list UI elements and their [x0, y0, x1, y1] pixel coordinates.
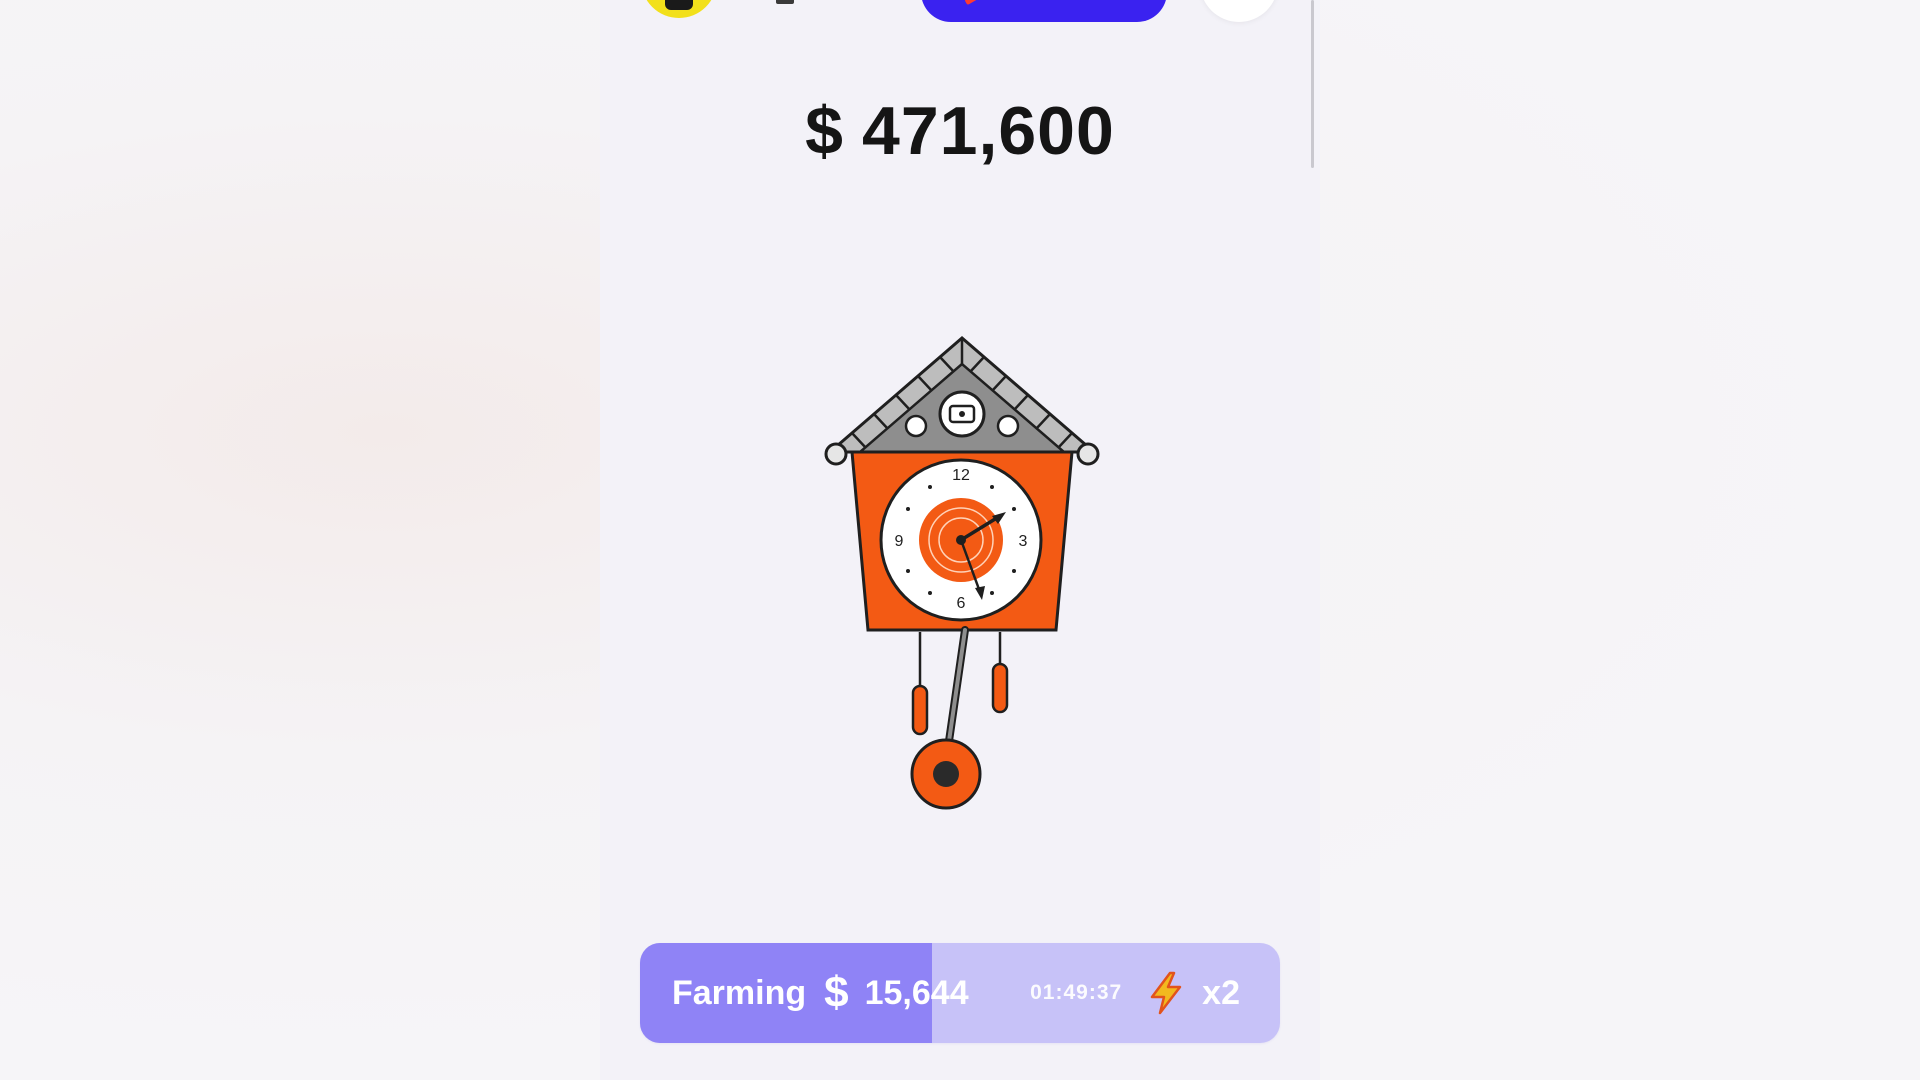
balance-currency-symbol: $ [805, 93, 844, 169]
top-action-button[interactable] [921, 0, 1167, 22]
avatar-figure [665, 0, 693, 10]
lightning-icon [1150, 971, 1182, 1015]
numeral-12: 12 [952, 467, 970, 484]
app-screen: $471,600 12 3 6 9 Farming $ 15,644 01:49… [600, 0, 1320, 1080]
user-avatar[interactable] [641, 0, 717, 18]
farming-content: Farming $ 15,644 01:49:37 x2 [640, 943, 1280, 1043]
numeral-6: 6 [957, 595, 966, 612]
cuckoo-clock-graphic: 12 3 6 9 [824, 336, 1100, 810]
top-round-button[interactable] [1200, 0, 1278, 22]
top-bar-mark [776, 0, 794, 4]
farming-currency-symbol: $ [824, 968, 849, 1017]
scrollbar[interactable] [1311, 0, 1314, 168]
top-action-icon [964, 0, 980, 6]
farming-amount: 15,644 [864, 973, 969, 1012]
clock-face: 12 3 6 9 [879, 458, 1043, 622]
numeral-3: 3 [1019, 533, 1028, 550]
clock-roof [824, 336, 1100, 466]
farming-timer: 01:49:37 [1030, 981, 1123, 1004]
numeral-9: 9 [895, 533, 904, 550]
balance-display: $471,600 [600, 92, 1320, 170]
farming-button[interactable]: Farming $ 15,644 01:49:37 x2 [640, 943, 1280, 1043]
balance-amount: 471,600 [862, 93, 1115, 169]
boost-multiplier: x2 [1202, 973, 1240, 1012]
farming-label: Farming [672, 973, 807, 1012]
cuckoo-clock-icon[interactable]: 12 3 6 9 [822, 330, 1102, 820]
